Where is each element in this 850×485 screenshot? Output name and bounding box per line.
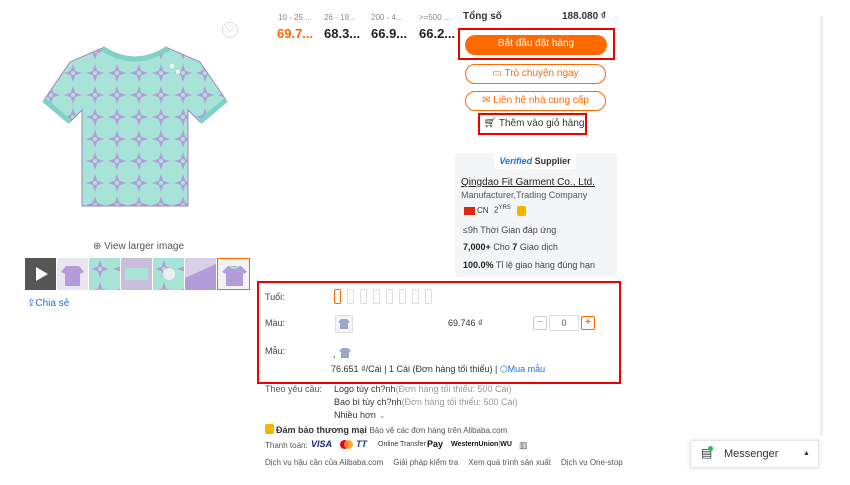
service-link[interactable]: Giải pháp kiểm tra xyxy=(393,458,458,467)
mail-icon: ✉ xyxy=(482,95,491,106)
thumbnail-item[interactable] xyxy=(89,258,120,290)
total-value: 188.080 ₫ xyxy=(562,11,607,22)
services-row: Dịch vụ hậu cần của Alibaba.com Giải phá… xyxy=(265,458,623,467)
online-transfer-icon: Online Transfer xyxy=(378,441,426,448)
age-option[interactable] xyxy=(399,289,406,304)
service-link[interactable]: Dịch vụ hậu cần của Alibaba.com xyxy=(265,458,383,467)
more-link[interactable]: Nhiều hơn ⌄ xyxy=(334,410,386,421)
zoom-icon: ⊕ xyxy=(93,241,102,252)
more-payments-icon: ▥ xyxy=(519,440,528,450)
payment-label: Thanh toán: xyxy=(265,441,308,450)
apple-pay-icon: Pay xyxy=(427,439,444,449)
service-link[interactable]: Xem quá trình sản xuất xyxy=(468,458,551,467)
age-option[interactable] xyxy=(373,289,380,304)
age-option[interactable] xyxy=(425,289,432,304)
increase-button[interactable]: + xyxy=(581,316,595,330)
quantity-stepper: − 0 + xyxy=(533,315,595,331)
tt-icon: TT xyxy=(356,439,367,449)
start-order-button[interactable]: Bắt đầu đặt hàng xyxy=(465,35,607,55)
verified-supplier-badge: Verified Supplier xyxy=(494,153,576,169)
chevron-down-icon: ⌄ xyxy=(378,410,386,420)
chat-bubble-icon: ▤ xyxy=(701,446,713,460)
supplier-country: CN xyxy=(477,206,489,215)
chat-now-button[interactable]: ▭ Trò chuyện ngay xyxy=(465,64,606,84)
supplier-type: Manufacturer,Trading Company xyxy=(461,190,588,200)
collapse-icon[interactable]: ▲ xyxy=(803,441,810,467)
response-time-stat: ≤9h Thời Gian đáp ứng xyxy=(463,225,557,235)
supplier-name-link[interactable]: Qingdao Fit Garment Co., Ltd. xyxy=(461,177,595,188)
decrease-button[interactable]: − xyxy=(533,316,547,330)
contact-supplier-button[interactable]: ✉ Liên hệ nhà cung cấp xyxy=(465,91,606,111)
age-option[interactable] xyxy=(360,289,367,304)
product-main-image[interactable] xyxy=(40,40,230,220)
visa-icon: VISA xyxy=(311,439,333,449)
chat-icon: ▭ xyxy=(492,68,502,79)
cart-icon: 🛒︎ xyxy=(483,118,497,129)
thumbnail-strip xyxy=(25,258,250,290)
age-option[interactable] xyxy=(386,289,393,304)
service-link[interactable]: Dịch vụ One-stop xyxy=(561,458,623,467)
tier-range: 10 - 25 ... xyxy=(278,13,312,22)
tier-price: 69.7... xyxy=(277,26,314,41)
scrollbar[interactable] xyxy=(820,16,823,436)
tier-range: 200 - 4... xyxy=(371,13,403,22)
western-union-icon: WesternUnion|WU xyxy=(451,441,512,448)
view-larger-link[interactable]: ⊕ View larger image xyxy=(93,241,184,252)
supplier-years: 2YRS xyxy=(494,205,511,215)
gold-supplier-icon xyxy=(517,206,526,216)
share-link[interactable]: ⇪Chia sẻ xyxy=(27,298,69,309)
color-swatch[interactable] xyxy=(335,315,353,333)
customization-label: Theo yêu cầu: xyxy=(265,384,323,394)
sample-label: Mẫu: xyxy=(265,346,286,356)
favorite-icon[interactable]: ♡ xyxy=(222,22,238,38)
tier-price: 68.3... xyxy=(324,26,361,41)
age-label: Tuổi: xyxy=(265,292,285,302)
tier-range: >=500 ... xyxy=(419,13,451,22)
thumbnail-item[interactable] xyxy=(57,258,88,290)
thumbnail-item-selected[interactable] xyxy=(217,258,250,290)
customization-option: Bao bì tùy ch?nh(Đơn hàng tối thiểu: 500… xyxy=(334,397,518,407)
transactions-stat: 7,000+ Cho 7 Giao dịch xyxy=(463,242,558,252)
video-thumbnail[interactable] xyxy=(25,258,56,290)
china-flag-icon xyxy=(464,207,475,215)
supplier-card xyxy=(455,153,617,277)
age-option[interactable] xyxy=(412,289,419,304)
customization-option: Logo tùy ch?nh(Đơn hàng tối thiểu: 500 C… xyxy=(334,384,512,394)
total-label: Tổng số xyxy=(463,11,502,22)
shirt-icon xyxy=(338,319,350,329)
color-label: Màu: xyxy=(265,318,286,328)
age-option-selected[interactable] xyxy=(334,289,341,304)
thumbnail-item[interactable] xyxy=(121,258,152,290)
on-time-delivery-stat: 100.0% Tỉ lệ giao hàng đúng hạn xyxy=(463,260,595,270)
messenger-widget[interactable]: ▤ Messenger ▲ xyxy=(690,440,819,468)
color-price: 69.746 ₫ xyxy=(448,318,483,328)
add-to-cart-button[interactable]: 🛒︎ Thêm vào giỏ hàng xyxy=(482,114,586,134)
tier-range: 26 - 19... xyxy=(324,13,356,22)
trade-assurance: Đảm bảo thương mại Bảo vệ các đơn hàng t… xyxy=(265,424,507,435)
age-options xyxy=(334,289,432,304)
box-icon: ⬡ xyxy=(499,364,508,374)
age-option[interactable] xyxy=(347,289,354,304)
buy-sample-link[interactable]: ⬡Mua mẫu xyxy=(500,364,545,374)
mastercard-icon xyxy=(340,440,353,452)
quantity-input[interactable]: 0 xyxy=(549,315,579,331)
sample-shirt-icon[interactable] xyxy=(339,347,351,362)
sample-price: 76.651 ₫/Cái | 1 Cái (Đơn hàng tối thiểu… xyxy=(331,364,546,374)
shield-icon xyxy=(265,424,274,434)
thumbnail-item[interactable] xyxy=(153,258,184,290)
thumbnail-item[interactable] xyxy=(185,258,216,290)
tier-price: 66.9... xyxy=(371,26,408,41)
sample-separator: , xyxy=(333,349,336,359)
tier-price: 66.2... xyxy=(419,26,456,41)
